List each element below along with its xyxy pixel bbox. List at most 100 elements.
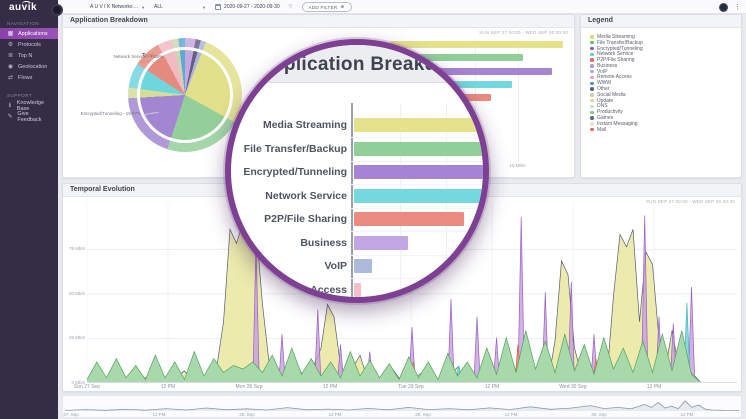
sidebar-nav-header: NAVIGATION xyxy=(0,15,58,28)
user-avatar[interactable] xyxy=(719,3,728,12)
magnified-bar-label-media-streaming: Media Streaming xyxy=(231,119,347,131)
overview-x-tick: 12 PM xyxy=(496,412,526,417)
kebab-menu-icon[interactable]: ⋮ xyxy=(734,3,741,12)
legend-color-dot xyxy=(590,76,594,80)
sidebar-item-label: Top N xyxy=(18,53,32,59)
magnified-row-line xyxy=(351,231,483,232)
auvik-logo-arc xyxy=(22,1,31,6)
magnified-bar-network-service[interactable] xyxy=(354,189,486,203)
magnified-bar-label-file-transfer-backup: File Transfer/Backup xyxy=(231,143,347,155)
legend-color-dot xyxy=(590,64,594,68)
flows-arrows-icon: ⇄ xyxy=(7,74,14,81)
temporal-x-tick: 12 PM xyxy=(475,384,509,390)
magnified-row-line xyxy=(351,137,483,138)
magnified-bar-p2p-file-sharing[interactable] xyxy=(354,212,464,226)
legend-panel: Legend Media StreamingFile Transfer/Back… xyxy=(580,14,742,178)
overview-x-tick: 29. Sep xyxy=(408,412,438,417)
sidebar-item-label: Protocols xyxy=(18,42,41,48)
legend-color-dot xyxy=(590,87,594,91)
magnified-row-line xyxy=(351,255,483,256)
protocols-gear-icon: ⚙ xyxy=(7,41,14,48)
legend-color-dot xyxy=(590,35,594,39)
sidebar-item-label: Applications xyxy=(18,31,48,37)
sidebar-item-top-n[interactable]: ≣Top N xyxy=(0,50,58,61)
magnified-bar-label-encrypted-tunneling: Encrypted/Tunneling xyxy=(231,166,347,178)
bar-chart-tick-label: 15 Mb/s xyxy=(506,163,530,168)
temporal-y-tick: 25 Mb/s xyxy=(65,335,85,340)
calendar-icon xyxy=(215,4,221,10)
knowledge-base-icon: ℹ xyxy=(7,102,13,109)
overview-x-tick: 12 PM xyxy=(672,412,702,417)
magnified-bar-remote-access[interactable] xyxy=(354,283,361,297)
legend-color-dot xyxy=(590,58,594,62)
date-range-picker[interactable]: 2020-09-27 - 2020-09-30 xyxy=(215,4,280,10)
sidebar-item-geolocation[interactable]: ◉Geolocation xyxy=(0,61,58,72)
temporal-x-tick: Mon 28 Sep xyxy=(232,384,266,390)
legend-item-mail[interactable]: Mail xyxy=(590,127,732,133)
temporal-x-tick: Sun 27 Sep xyxy=(70,384,104,390)
application-breakdown-title: Application Breakdown xyxy=(63,15,574,28)
legend-color-dot xyxy=(590,53,594,57)
magnified-bar-encrypted-tunneling[interactable] xyxy=(354,165,489,179)
legend-color-dot xyxy=(590,41,594,45)
magnified-bar-business[interactable] xyxy=(354,236,408,250)
donut-inner-ring xyxy=(140,50,230,140)
overview-x-tick: 12 PM xyxy=(144,412,174,417)
add-filter-button[interactable]: ADD FILTER ⊕ xyxy=(302,2,352,12)
filter-selector[interactable]: ALL ▼ xyxy=(154,4,206,10)
overview-line-chart xyxy=(65,398,739,411)
auvik-logo: auvik xyxy=(0,0,58,15)
legend-color-dot xyxy=(590,82,594,86)
magnified-bar-media-streaming[interactable] xyxy=(354,118,489,132)
legend-color-dot xyxy=(590,99,594,103)
feedback-icon: ✎ xyxy=(7,113,13,120)
filter-selector-value: ALL xyxy=(154,4,163,10)
legend-color-dot xyxy=(590,111,594,115)
magnified-bar-voip[interactable] xyxy=(354,259,372,273)
magnified-bar-label-business: Business xyxy=(231,237,347,249)
donut-callout-network-service: Network Service - 7.08% xyxy=(91,54,163,59)
legend-color-dot xyxy=(590,70,594,74)
magnified-bar-label-remote-access: Remote Access xyxy=(231,284,347,296)
legend-title: Legend xyxy=(581,15,741,28)
overview-x-tick: 27. Sep xyxy=(56,412,86,417)
legend-color-dot xyxy=(590,122,594,126)
filter-funnel-icon: ▽ xyxy=(289,4,293,10)
network-selector[interactable]: A U V I K Networks ... ▼ xyxy=(90,4,145,10)
add-filter-label: ADD FILTER xyxy=(309,5,338,10)
magnified-row-line xyxy=(351,208,483,209)
magnified-bar-file-transfer-backup[interactable] xyxy=(354,142,489,156)
sidebar: auvik NAVIGATION ▦ Applications ⚙ Protocols… xyxy=(0,0,58,419)
magnified-row-line xyxy=(351,184,483,185)
temporal-x-tick: 12 PM xyxy=(313,384,347,390)
chevron-down-icon: ▼ xyxy=(202,5,206,10)
sidebar-item-knowledge-base[interactable]: ℹKnowledge Base xyxy=(0,100,58,111)
legend-color-dot xyxy=(590,128,594,132)
magnified-row-line xyxy=(351,161,483,162)
temporal-x-tick: Tue 29 Sep xyxy=(394,384,428,390)
sidebar-item-applications[interactable]: ▦ Applications xyxy=(0,28,58,39)
overview-brush-strip[interactable]: 27. Sep12 PM28. Sep12 PM29. Sep12 PM30. … xyxy=(62,395,742,418)
temporal-y-tick: 50 Mb/s xyxy=(65,291,85,296)
sidebar-item-flows[interactable]: ⇄ Flows xyxy=(0,72,58,83)
sidebar-item-protocols[interactable]: ⚙ Protocols xyxy=(0,39,58,50)
magnified-title: Application Breakdown xyxy=(258,54,475,76)
temporal-x-tick: 12 PM xyxy=(151,384,185,390)
legend-color-dot xyxy=(590,47,594,51)
sidebar-support-header: SUPPORT xyxy=(0,83,58,100)
applications-grid-icon: ▦ xyxy=(7,30,14,37)
legend-color-dot xyxy=(590,116,594,120)
sidebar-item-give-feedback[interactable]: ✎Give Feedback xyxy=(0,111,58,122)
magnified-row-line xyxy=(351,278,483,279)
overview-x-tick: 30. Sep xyxy=(584,412,614,417)
donut-callout-encrypted: Encrypted/Tunneling - 19.07% xyxy=(67,111,141,116)
sidebar-item-label: Flows xyxy=(18,75,32,81)
temporal-x-tick: Wed 30 Sep xyxy=(556,384,590,390)
overview-x-tick: 12 PM xyxy=(320,412,350,417)
network-selector-value: A U V I K Networks ... xyxy=(90,4,138,10)
chevron-down-icon: ▼ xyxy=(141,5,145,10)
plus-circle-icon: ⊕ xyxy=(340,4,344,10)
sidebar-collapse-toggle[interactable] xyxy=(51,4,63,16)
legend-item-label: Mail xyxy=(597,127,606,133)
magnified-bar-label-p2p-file-sharing: P2P/File Sharing xyxy=(231,213,347,225)
